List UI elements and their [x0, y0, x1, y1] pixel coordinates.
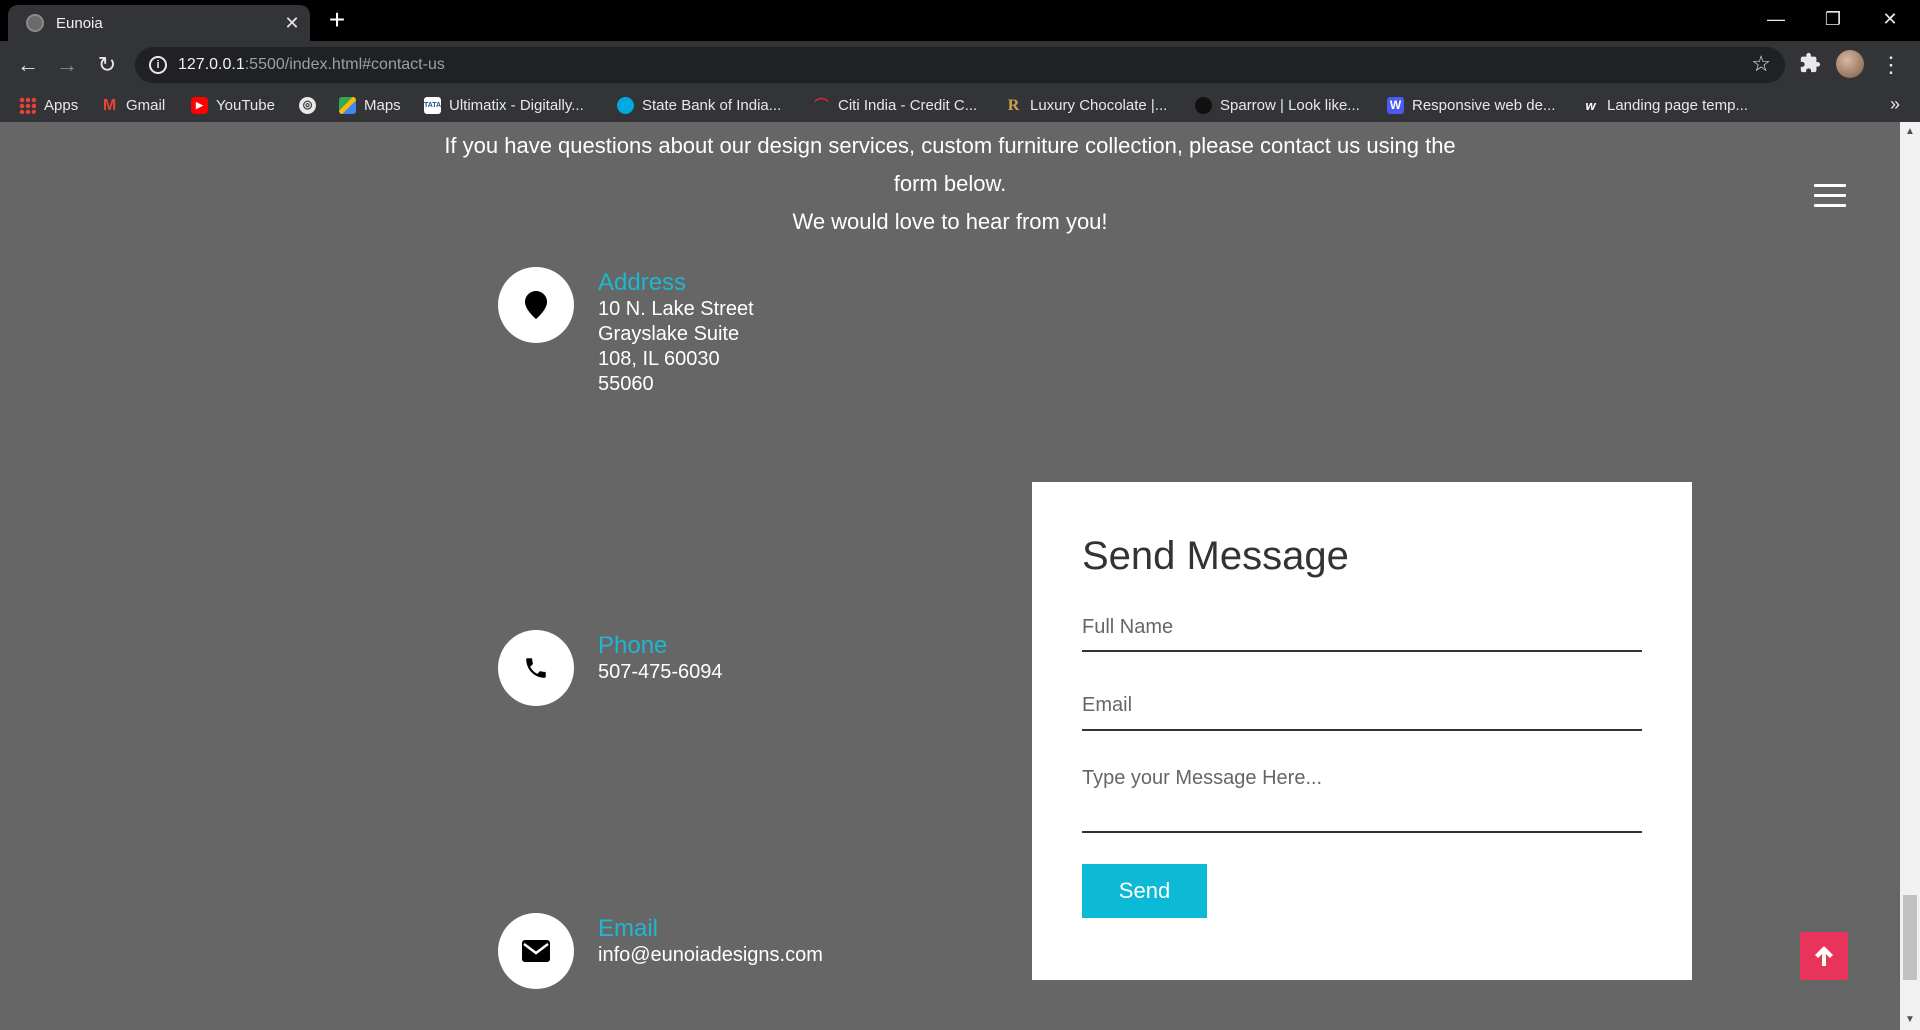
- bookmarks-bar: Apps M Gmail ▶ YouTube ◎ Maps TATA Ultim…: [0, 88, 1920, 122]
- scroll-up-arrow[interactable]: ▲: [1900, 122, 1920, 142]
- scroll-down-arrow[interactable]: ▼: [1900, 1010, 1920, 1030]
- globe-icon: [26, 14, 44, 32]
- form-title: Send Message: [1082, 534, 1349, 578]
- globe-icon: ◎: [299, 96, 316, 114]
- bookmark-sparrow[interactable]: Sparrow | Look like...: [1195, 93, 1360, 117]
- new-tab-button[interactable]: +: [323, 6, 351, 34]
- page-viewport: If you have questions about our design s…: [0, 122, 1900, 1030]
- bookmark-citi[interactable]: ⌒ Citi India - Credit C...: [813, 93, 978, 117]
- maps-icon: [339, 96, 356, 114]
- envelope-icon: [522, 940, 550, 962]
- bookmark-apps[interactable]: Apps: [19, 93, 78, 117]
- email-value: info@eunoiadesigns.com: [598, 944, 823, 966]
- bookmark-landing-page[interactable]: w Landing page temp...: [1582, 93, 1748, 117]
- full-name-input[interactable]: [1082, 612, 1642, 652]
- send-button[interactable]: Send: [1082, 864, 1207, 918]
- tab-title: Eunoia: [56, 15, 103, 32]
- url-text: 127.0.0.1:5500/index.html#contact-us: [178, 56, 445, 73]
- bookmark-ultimatix[interactable]: TATA Ultimatix - Digitally...: [424, 93, 584, 117]
- email-input[interactable]: [1082, 689, 1642, 731]
- restore-button[interactable]: ❐: [1813, 4, 1853, 34]
- citi-icon: ⌒: [814, 96, 829, 113]
- gmail-icon: M: [102, 96, 117, 114]
- address-value: 10 N. Lake Street Grayslake Suite 108, I…: [598, 298, 754, 395]
- extensions-puzzle-icon[interactable]: [1797, 52, 1823, 78]
- phone-icon: [526, 658, 546, 678]
- bookmark-star-icon[interactable]: ☆: [1751, 51, 1771, 77]
- arrow-up-icon: [1815, 946, 1833, 966]
- bookmark-youtube[interactable]: ▶ YouTube: [191, 93, 275, 117]
- forward-button[interactable]: →: [52, 50, 82, 80]
- map-pin-icon: [525, 291, 547, 319]
- w-letter-icon: W: [1387, 96, 1404, 114]
- close-tab-icon[interactable]: ✕: [280, 11, 304, 35]
- back-button[interactable]: ←: [13, 50, 43, 80]
- phone-value: 507-475-6094: [598, 661, 723, 683]
- send-message-form: Send Message Send: [1032, 482, 1692, 980]
- bookmark-responsive-web[interactable]: W Responsive web de...: [1387, 93, 1555, 117]
- reload-button[interactable]: ↻: [92, 50, 122, 80]
- bookmark-maps[interactable]: Maps: [339, 93, 401, 117]
- bookmarks-overflow-button[interactable]: »: [1890, 94, 1900, 115]
- apps-grid-icon: [19, 96, 36, 114]
- address-icon-circle: [498, 267, 574, 343]
- bookmark-sbi[interactable]: State Bank of India...: [617, 93, 781, 117]
- tab-strip: Eunoia ✕ + — ❐ ✕: [0, 0, 1920, 41]
- bookmark-gmail[interactable]: M Gmail: [101, 93, 165, 117]
- r-letter-icon: R: [1007, 96, 1020, 114]
- phone-icon-circle: [498, 630, 574, 706]
- close-window-button[interactable]: ✕: [1870, 4, 1910, 34]
- scroll-thumb[interactable]: [1903, 895, 1917, 980]
- bookmark-globe[interactable]: ◎: [299, 93, 324, 117]
- bookmark-luxury-chocolate[interactable]: R Luxury Chocolate |...: [1005, 93, 1168, 117]
- email-icon-circle: [498, 913, 574, 989]
- intro-text: If you have questions about our design s…: [444, 133, 1456, 196]
- tab-eunoia[interactable]: Eunoia ✕: [8, 5, 310, 41]
- contact-intro: If you have questions about our design s…: [440, 127, 1460, 241]
- intro-closing: We would love to hear from you!: [792, 209, 1108, 234]
- tata-icon: TATA: [424, 96, 441, 114]
- profile-avatar[interactable]: [1836, 50, 1864, 78]
- message-textarea[interactable]: [1082, 767, 1642, 833]
- minimize-button[interactable]: —: [1756, 4, 1796, 34]
- browser-toolbar: ← → ↻ i 127.0.0.1:5500/index.html#contac…: [0, 41, 1920, 88]
- back-to-top-button[interactable]: [1800, 932, 1848, 980]
- email-label: Email: [598, 915, 659, 942]
- hamburger-menu-icon[interactable]: [1814, 184, 1848, 208]
- address-label: Address: [598, 269, 687, 296]
- chrome-menu-icon[interactable]: ⋮: [1880, 50, 1902, 80]
- sbi-icon: [617, 96, 634, 114]
- page-scrollbar[interactable]: ▲ ▼: [1900, 122, 1920, 1030]
- w-letter-icon: w: [1585, 97, 1596, 113]
- youtube-icon: ▶: [191, 96, 208, 114]
- address-bar[interactable]: i 127.0.0.1:5500/index.html#contact-us ☆: [135, 47, 1785, 83]
- sparrow-icon: [1195, 96, 1212, 114]
- phone-label: Phone: [598, 632, 668, 659]
- site-info-icon[interactable]: i: [149, 56, 167, 74]
